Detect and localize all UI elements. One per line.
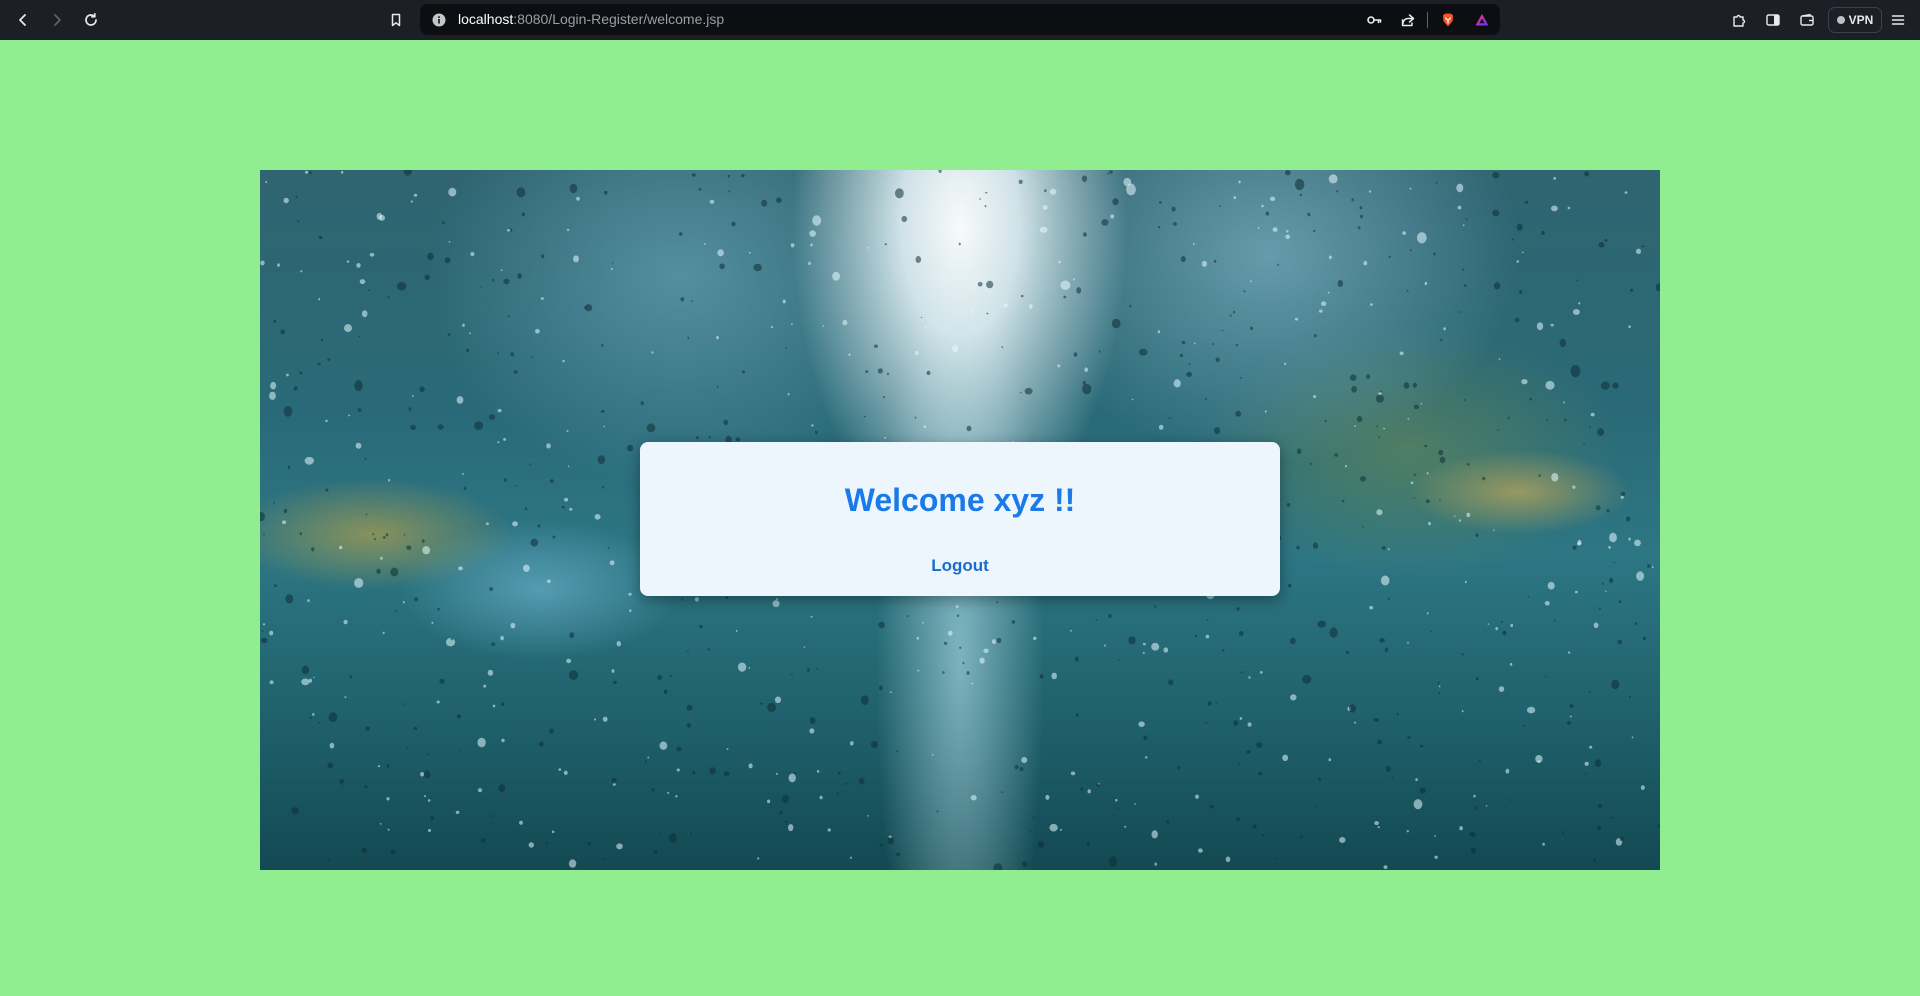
welcome-card: Welcome xyz !! Logout — [640, 442, 1280, 596]
brave-rewards-button[interactable] — [1471, 9, 1493, 31]
url-path: :8080/Login-Register/welcome.jsp — [513, 11, 725, 27]
sidebar-icon — [1766, 14, 1780, 26]
password-button[interactable] — [1363, 9, 1385, 31]
site-info-button[interactable] — [428, 9, 450, 31]
forward-arrow-icon — [54, 14, 61, 26]
reload-icon — [85, 12, 97, 26]
info-icon — [432, 13, 446, 27]
url-host: localhost — [458, 11, 514, 27]
bookmark-button[interactable] — [384, 8, 408, 32]
back-button[interactable] — [11, 8, 35, 32]
brave-lion-icon — [1443, 13, 1453, 27]
browser-toolbar: localhost:8080/Login-Register/welcome.js… — [0, 0, 1920, 40]
puzzle-icon — [1733, 14, 1746, 27]
reload-button[interactable] — [79, 8, 103, 32]
brave-shields-button[interactable] — [1437, 9, 1459, 31]
main-menu-button[interactable] — [1886, 8, 1910, 32]
bookmark-icon — [391, 13, 401, 27]
omnibox-separator — [1427, 12, 1428, 28]
vpn-status-icon — [1836, 16, 1845, 24]
extensions-button[interactable] — [1727, 8, 1751, 32]
address-bar[interactable]: localhost:8080/Login-Register/welcome.js… — [420, 4, 1500, 35]
back-arrow-icon — [19, 14, 26, 26]
logout-link[interactable]: Logout — [640, 556, 1280, 576]
triangle-rewards-icon — [1475, 14, 1489, 26]
key-icon — [1367, 16, 1382, 24]
logout-label: Logout — [931, 556, 989, 575]
share-icon — [1401, 14, 1415, 27]
url-text[interactable]: localhost:8080/Login-Register/welcome.js… — [458, 4, 724, 35]
vpn-label: VPN — [1848, 13, 1874, 27]
wallet-button[interactable] — [1795, 8, 1819, 32]
sidebar-button[interactable] — [1761, 8, 1785, 32]
wallet-icon — [1800, 13, 1814, 26]
vpn-button[interactable]: VPN — [1828, 7, 1882, 33]
background-image: Welcome xyz !! Logout — [260, 170, 1660, 870]
hamburger-menu-icon — [1891, 15, 1905, 25]
page-body: Welcome xyz !! Logout — [0, 40, 1920, 996]
welcome-heading: Welcome xyz !! — [844, 482, 1076, 518]
forward-button[interactable] — [45, 8, 69, 32]
share-button[interactable] — [1397, 9, 1419, 31]
